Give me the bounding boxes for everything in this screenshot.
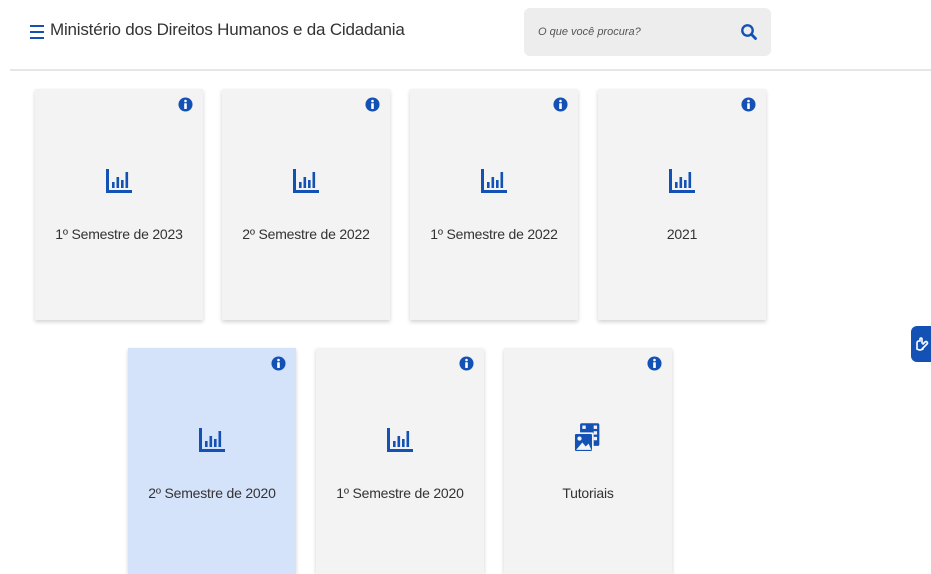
bar-chart-icon (387, 428, 413, 452)
header-divider (10, 69, 931, 71)
vlibras-button[interactable] (911, 326, 931, 362)
bar-chart-icon (481, 169, 507, 193)
bar-chart-icon (106, 169, 132, 193)
bar-chart-icon (293, 169, 319, 193)
info-icon[interactable] (365, 97, 380, 112)
search-box (524, 8, 771, 56)
sign-language-hands-icon (916, 337, 929, 351)
card-1-semestre-2023[interactable]: 1º Semestre de 2023 (35, 89, 203, 320)
card-label: 2º Semestre de 2022 (242, 226, 370, 242)
search-input[interactable] (538, 22, 728, 42)
bar-chart-icon (669, 169, 695, 193)
info-icon[interactable] (647, 356, 662, 371)
search-icon[interactable] (740, 23, 758, 41)
bar-chart-icon (199, 428, 225, 452)
card-2-semestre-2022[interactable]: 2º Semestre de 2022 (222, 89, 390, 320)
info-icon[interactable] (271, 356, 286, 371)
card-1-semestre-2022[interactable]: 1º Semestre de 2022 (410, 89, 578, 320)
info-icon[interactable] (741, 97, 756, 112)
card-tutoriais[interactable]: Tutoriais (504, 348, 672, 574)
info-icon[interactable] (459, 356, 474, 371)
card-label: 1º Semestre de 2020 (336, 485, 464, 501)
info-icon[interactable] (178, 97, 193, 112)
card-label: 2021 (666, 226, 698, 242)
card-label: 1º Semestre de 2022 (430, 226, 558, 242)
card-label: 1º Semestre de 2023 (55, 226, 183, 242)
card-label: Tutoriais (562, 485, 614, 501)
hamburger-menu-icon[interactable] (30, 24, 44, 40)
site-header: Ministério dos Direitos Humanos e da Cid… (0, 0, 931, 70)
card-1-semestre-2020[interactable]: 1º Semestre de 2020 (316, 348, 484, 574)
site-title[interactable]: Ministério dos Direitos Humanos e da Cid… (50, 20, 405, 40)
info-icon[interactable] (553, 97, 568, 112)
card-label: 2º Semestre de 2020 (148, 485, 276, 501)
card-2021[interactable]: 2021 (598, 89, 766, 320)
video-gallery-icon (573, 423, 600, 453)
card-2-semestre-2020[interactable]: 2º Semestre de 2020 (128, 348, 296, 574)
